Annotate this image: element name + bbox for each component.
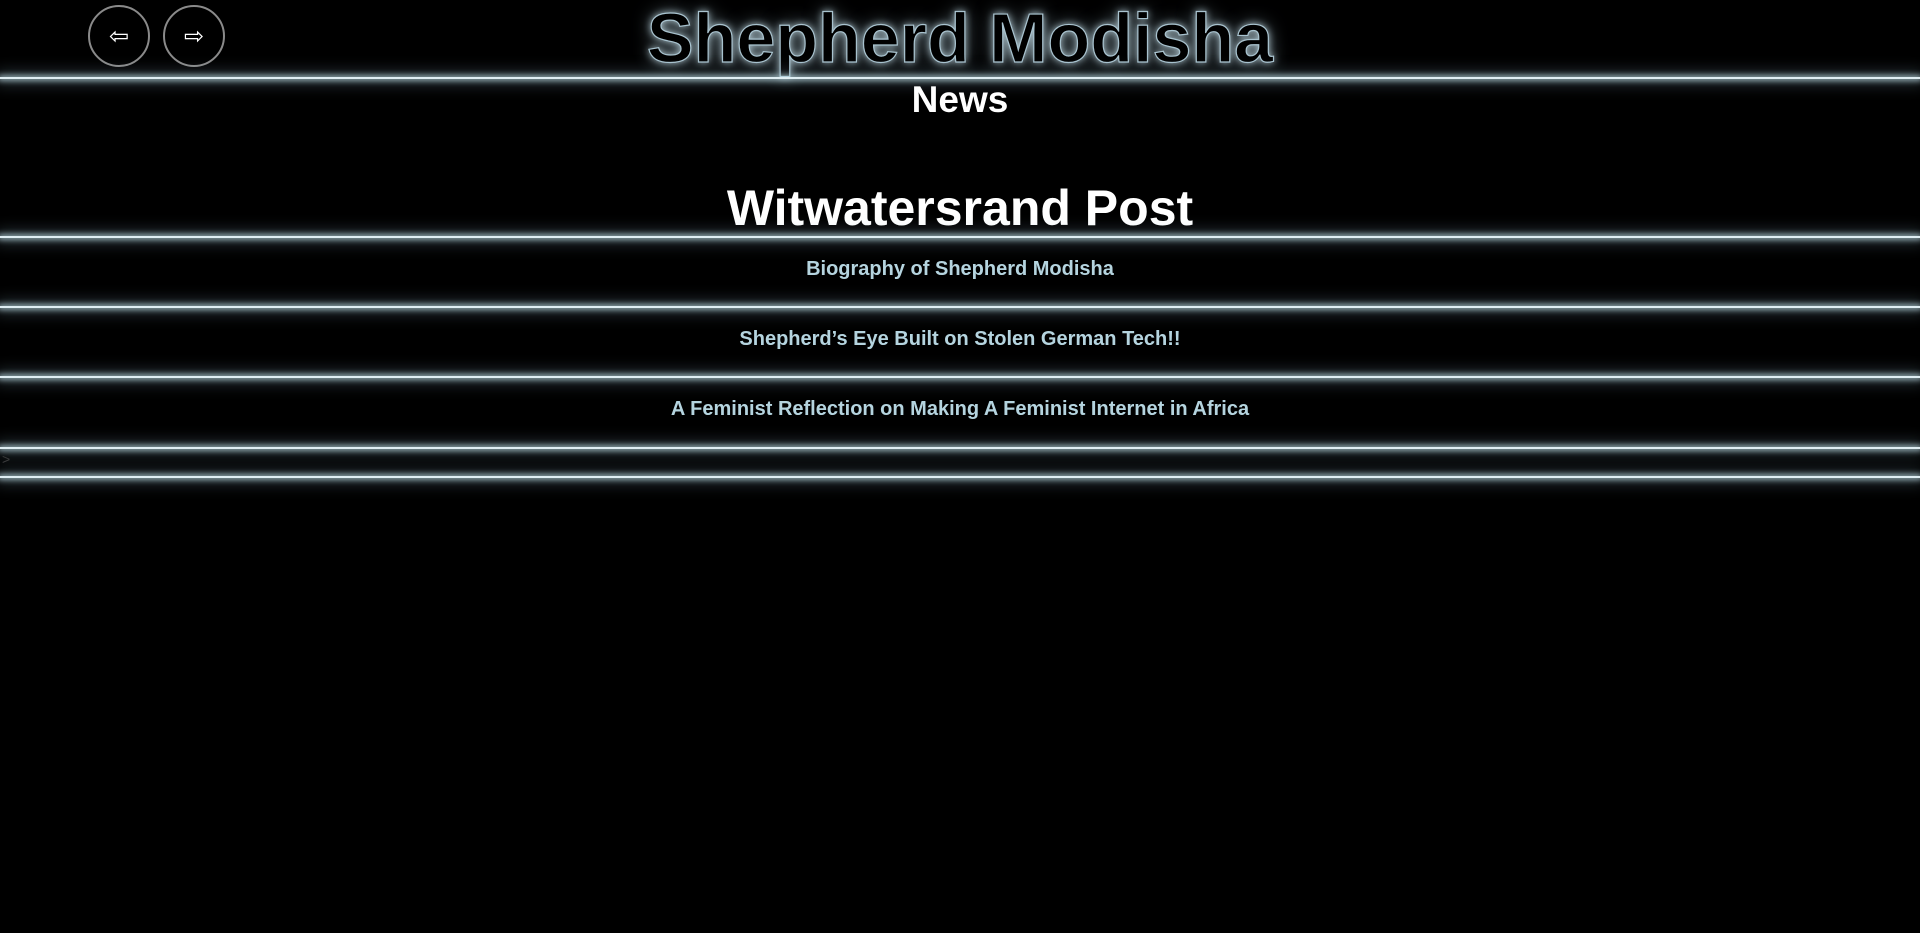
stray-text: > xyxy=(2,451,11,467)
divider xyxy=(0,447,1920,449)
divider xyxy=(0,376,1920,378)
footer-divider xyxy=(0,476,1920,478)
article-link-stolen-tech[interactable]: Shepherd’s Eye Built on Stolen German Te… xyxy=(0,327,1920,351)
publication-heading: Witwatersrand Post xyxy=(726,180,1194,236)
page-title: News xyxy=(911,79,1009,120)
page: ⇦ ⇨ Shepherd Modisha News Witwatersrand … xyxy=(0,0,1920,933)
site-title: Shepherd Modisha xyxy=(646,0,1274,77)
article-link-feminist-internet[interactable]: A Feminist Reflection on Making A Femini… xyxy=(0,397,1920,421)
divider xyxy=(0,306,1920,308)
divider xyxy=(0,236,1920,238)
article-link-biography[interactable]: Biography of Shepherd Modisha xyxy=(0,257,1920,281)
